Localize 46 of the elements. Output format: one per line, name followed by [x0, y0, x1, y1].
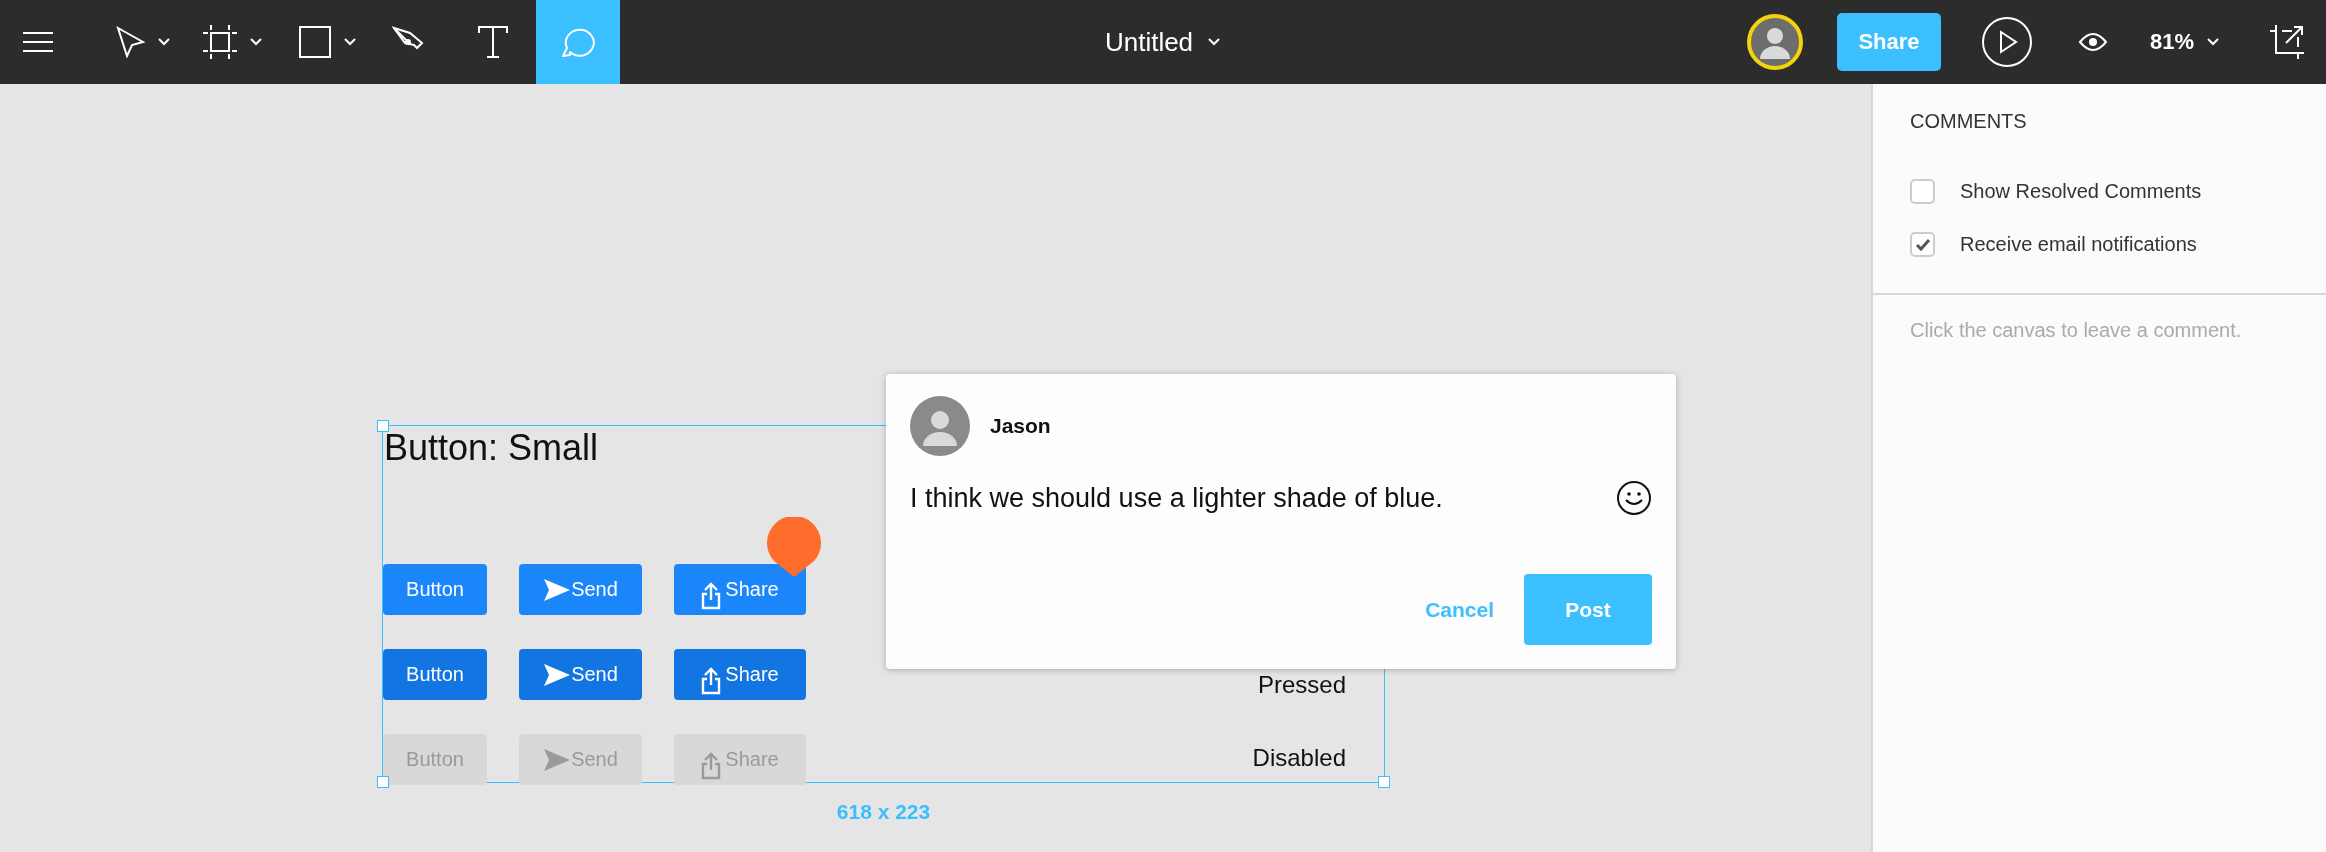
- document-title[interactable]: Untitled: [1104, 26, 1194, 58]
- avatar[interactable]: [1745, 13, 1804, 71]
- pointer-icon: [114, 26, 145, 58]
- checkbox-label[interactable]: Show Resolved Comments: [1960, 180, 2202, 203]
- share-icon: [701, 581, 722, 610]
- design-button: Share: [674, 649, 806, 700]
- checkmark-icon: [1914, 237, 1931, 252]
- design-button: Button: [383, 734, 487, 785]
- design-button: Button: [383, 649, 487, 700]
- chevron-down-icon[interactable]: [1207, 37, 1222, 47]
- resize-handle[interactable]: [377, 776, 389, 788]
- frame-title: Button: Small: [384, 428, 600, 468]
- comment-field[interactable]: I think we should use a lighter shade of blue.: [910, 476, 1606, 520]
- text-icon: [476, 25, 509, 59]
- checkbox[interactable]: [1910, 179, 1935, 204]
- share-icon: [701, 666, 722, 695]
- resize-icon[interactable]: [2268, 23, 2306, 61]
- design-button: Button: [383, 564, 487, 615]
- frame-icon: [202, 25, 237, 59]
- design-button: Share: [674, 734, 806, 785]
- design-button: Send: [519, 564, 642, 615]
- zoom-level[interactable]: 81%: [2149, 29, 2194, 55]
- send-icon: [543, 577, 572, 602]
- design-button: Send: [519, 734, 642, 785]
- hint-text: Click the canvas to leave a comment.: [1909, 318, 2243, 342]
- resize-handle[interactable]: [1378, 776, 1390, 788]
- state-label: Pressed: [1257, 671, 1346, 699]
- share-icon: [701, 751, 722, 780]
- play-icon[interactable]: [1980, 16, 2033, 68]
- panel-title: COMMENTS: [1910, 110, 2028, 133]
- rectangle-icon: [298, 26, 331, 58]
- send-icon: [543, 662, 572, 687]
- size-label: 618 x 223: [835, 800, 932, 824]
- design-button: Send: [519, 649, 642, 700]
- avatar: [910, 396, 970, 456]
- smiley-icon[interactable]: [1616, 480, 1652, 516]
- checkbox[interactable]: [1910, 232, 1935, 257]
- comment-pin[interactable]: [766, 517, 822, 579]
- checkbox-label[interactable]: Receive email notifications: [1960, 233, 2197, 256]
- resize-handle[interactable]: [377, 420, 389, 432]
- author-name: Jason: [990, 414, 1051, 438]
- state-label: Disabled: [1252, 744, 1346, 772]
- eye-icon[interactable]: [2077, 32, 2108, 52]
- send-icon: [543, 747, 572, 772]
- chevron-down-icon[interactable]: [2206, 37, 2220, 47]
- design-button: Share: [674, 564, 806, 615]
